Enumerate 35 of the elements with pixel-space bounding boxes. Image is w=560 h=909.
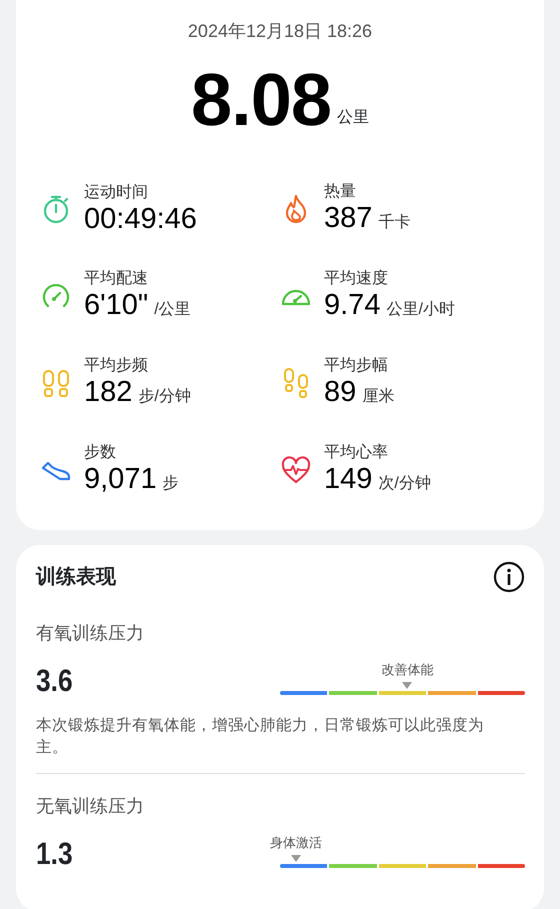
stat-unit: /公里 (154, 300, 191, 320)
stat-value: 387 (324, 202, 372, 234)
stat-label: 平均速度 (324, 269, 389, 289)
stat-unit: 公里/小时 (386, 300, 455, 320)
distance-value: 8.08 (190, 60, 332, 140)
metric-value: 1.3 (36, 836, 73, 872)
workout-datetime: 2024年12月18日 18:26 (186, 20, 374, 43)
stat-value: 00:49:46 (84, 202, 197, 234)
section-title: 训练表现 (36, 565, 116, 590)
stat-unit: 步 (162, 474, 179, 494)
stat-value: 149 (324, 463, 372, 495)
stat-unit: 厘米 (362, 386, 394, 407)
marker-label: 身体激活 (270, 835, 322, 851)
stat-label: 运动时间 (84, 182, 149, 202)
stat-label: 平均步频 (84, 356, 149, 376)
stat-label: 平均配速 (84, 269, 149, 289)
stat-label: 平均心率 (324, 443, 389, 463)
stat-unit: 次/分钟 (378, 474, 431, 494)
stat-label: 步数 (84, 443, 117, 463)
stat-label: 平均步幅 (324, 356, 389, 376)
stat-value: 9,071 (84, 463, 157, 495)
stat-value: 182 (84, 376, 132, 408)
info-icon[interactable] (493, 561, 525, 593)
stat-value: 89 (324, 376, 356, 408)
stat-label: 热量 (324, 182, 357, 202)
metric-label: 有氧训练压力 (36, 622, 145, 645)
metric-description: 本次锻炼提升有氧体能，增强心肺能力，日常锻炼可以此强度为主。 (36, 716, 485, 758)
stat-unit: 千卡 (378, 212, 410, 233)
marker-label: 改善体能 (381, 662, 434, 678)
stat-unit: 步/分钟 (138, 386, 191, 407)
metric-value: 3.6 (36, 663, 73, 699)
stat-value: 6'10" (84, 289, 148, 321)
metric-label: 无氧训练压力 (36, 795, 145, 818)
stat-value: 9.74 (324, 289, 380, 321)
distance-unit: 公里 (337, 108, 370, 128)
